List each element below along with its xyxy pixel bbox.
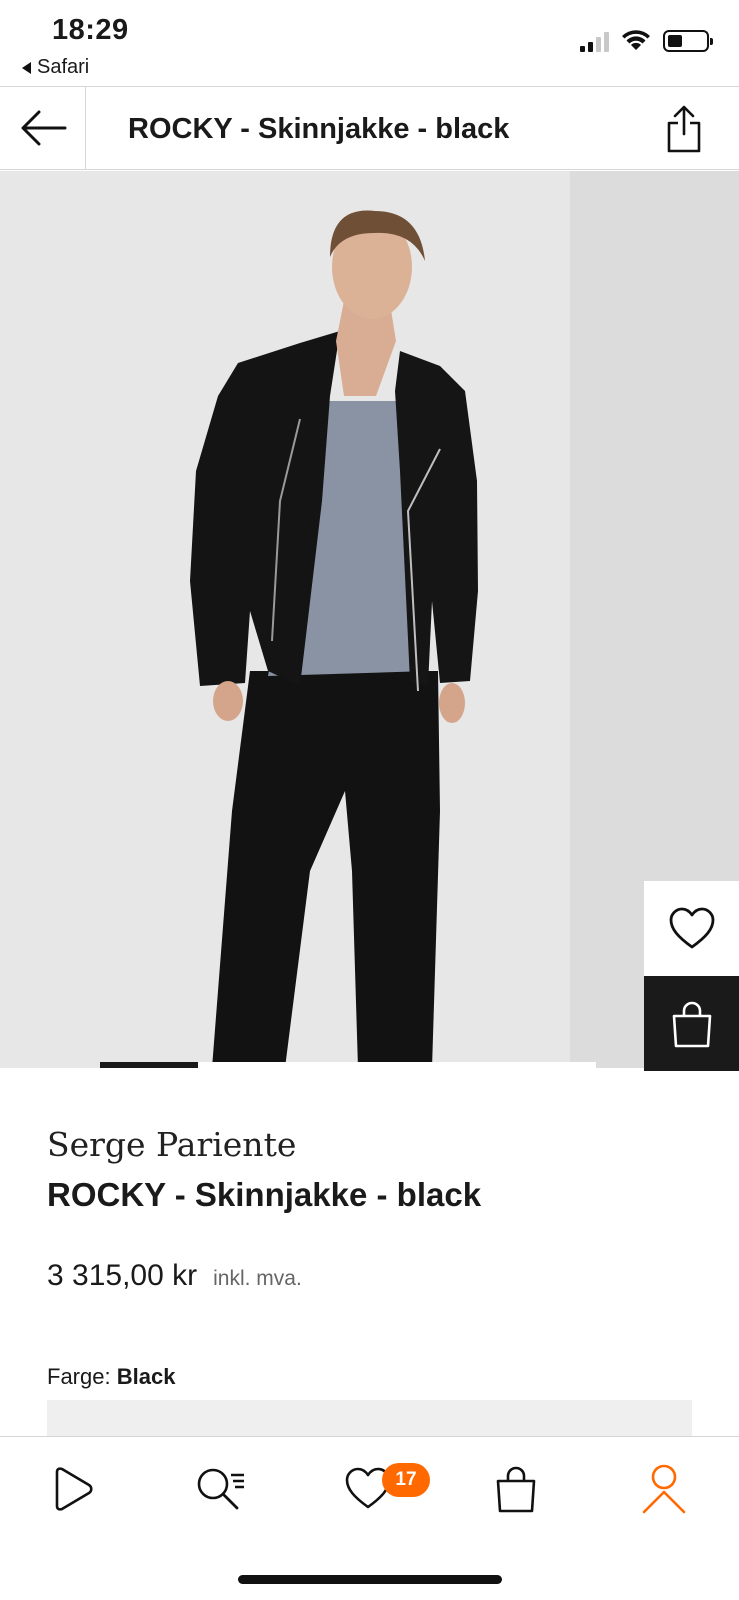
product-photo: [190, 210, 478, 1068]
play-icon: [55, 1467, 93, 1511]
cellular-signal-icon: [580, 30, 609, 52]
tab-search[interactable]: [190, 1459, 250, 1519]
back-triangle-icon: [22, 61, 31, 74]
add-to-wishlist-button[interactable]: [644, 881, 739, 976]
arrow-left-icon: [21, 110, 66, 146]
back-to-app-link[interactable]: Safari: [22, 56, 89, 79]
tax-note: inkl. mva.: [213, 1267, 302, 1290]
shopping-bag-icon: [496, 1466, 536, 1513]
back-app-label: Safari: [37, 56, 90, 78]
status-time: 18:29: [52, 14, 129, 46]
page-title: ROCKY - Skinnjakke - black: [128, 113, 510, 145]
user-icon: [642, 1464, 686, 1514]
tab-discover[interactable]: [42, 1459, 102, 1519]
color-value: Black: [116, 1364, 176, 1389]
tab-bag[interactable]: [486, 1459, 546, 1519]
status-bar: 18:29 Safari: [0, 0, 739, 86]
price: 3 315,00 kr: [47, 1259, 198, 1292]
heart-icon: [669, 907, 714, 948]
battery-icon: [663, 30, 713, 52]
price-row: 3 315,00 kr inkl. mva.: [47, 1259, 302, 1293]
color-label: Farge:: [47, 1364, 111, 1389]
wifi-icon: [622, 30, 650, 50]
product-image[interactable]: [0, 171, 739, 1068]
color-selector[interactable]: [47, 1400, 692, 1436]
search-list-icon: [197, 1468, 244, 1510]
add-to-bag-button[interactable]: [644, 976, 739, 1071]
tab-profile[interactable]: [634, 1459, 694, 1519]
status-icons: [580, 30, 713, 52]
nav-header: ROCKY - Skinnjakke - black: [0, 86, 739, 170]
shopping-bag-icon: [672, 1001, 711, 1047]
product-name: ROCKY - Skinnjakke - black: [47, 1176, 482, 1213]
brand-name[interactable]: Serge Pariente: [47, 1125, 296, 1164]
wishlist-count-badge: 17: [382, 1463, 430, 1497]
carousel-indicator-track: [198, 1062, 596, 1068]
share-icon: [667, 105, 701, 153]
back-button[interactable]: [0, 87, 86, 169]
bottom-tab-bar: 17: [0, 1436, 739, 1600]
color-row: Farge: Black: [47, 1364, 175, 1390]
carousel-indicator-active: [100, 1062, 198, 1068]
home-indicator[interactable]: [238, 1575, 502, 1584]
share-button[interactable]: [659, 101, 709, 157]
